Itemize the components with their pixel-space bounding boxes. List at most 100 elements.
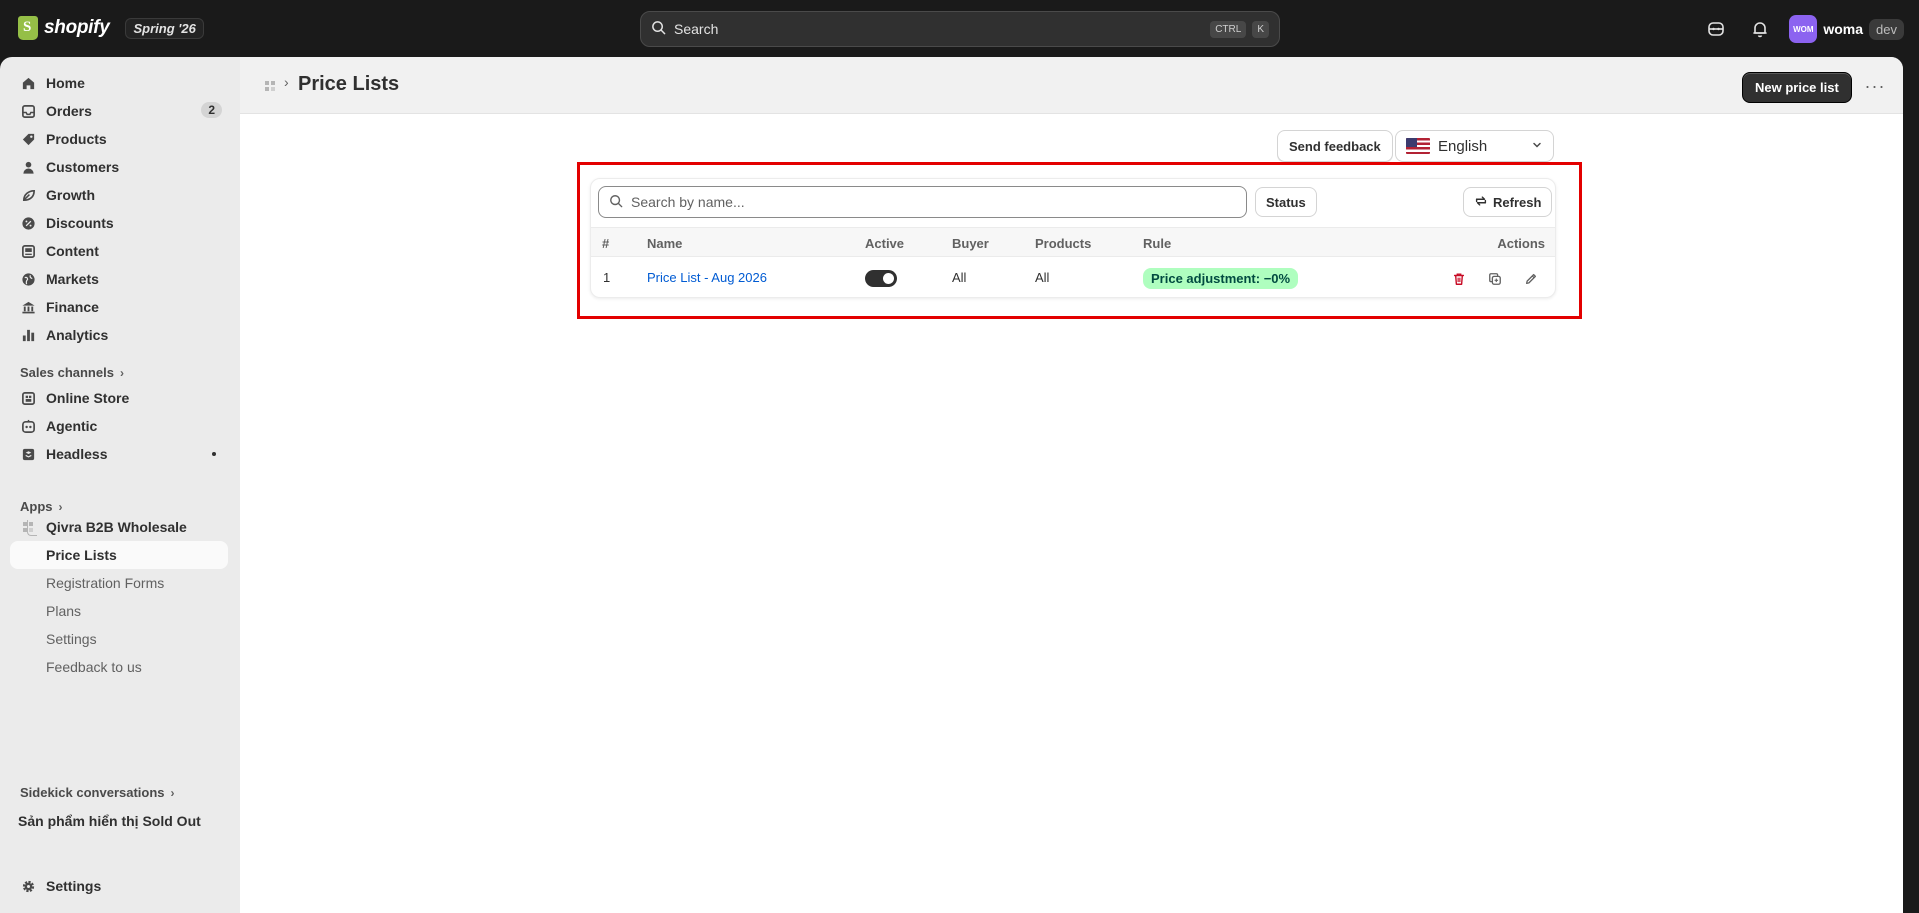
shopify-logo[interactable]: shopify Spring '26 xyxy=(18,16,204,40)
content-icon xyxy=(20,243,36,259)
sidebar-item-label: Agentic xyxy=(46,418,98,434)
refresh-button[interactable]: Refresh xyxy=(1463,187,1553,217)
sidebar-subitem-settings[interactable]: Settings xyxy=(10,625,228,653)
edit-pencil-icon[interactable] xyxy=(1521,269,1541,289)
brand-name: shopify xyxy=(44,17,110,38)
apps-label: Apps xyxy=(20,499,53,514)
sidebar-item-finance[interactable]: Finance xyxy=(10,293,228,321)
globe-icon xyxy=(20,271,36,287)
growth-icon xyxy=(20,187,36,203)
apps-heading[interactable]: Apps › xyxy=(20,499,63,514)
rule-badge: Price adjustment: −0% xyxy=(1143,268,1299,289)
bell-icon[interactable] xyxy=(1745,14,1775,44)
sidebar-item-qivra-app[interactable]: Qivra B2B Wholesale xyxy=(10,513,228,541)
table-row: 1 Price List - Aug 2026 All All Price ad… xyxy=(591,257,1555,299)
chevron-right-icon: › xyxy=(119,365,124,380)
sidebar-item-label: Content xyxy=(46,243,99,259)
sidebar-item-label: Growth xyxy=(46,187,95,203)
sidebar-item-label: Customers xyxy=(46,159,120,175)
column-header-active: Active xyxy=(865,236,905,251)
active-toggle[interactable] xyxy=(865,270,897,287)
shortcut-key-k: K xyxy=(1252,20,1269,38)
breadcrumb-chevron-icon: › xyxy=(284,74,289,90)
sidebar-item-growth[interactable]: Growth xyxy=(10,181,228,209)
home-icon xyxy=(20,75,36,91)
duplicate-icon[interactable] xyxy=(1485,269,1505,289)
sidebar-item-settings[interactable]: Settings xyxy=(10,872,228,900)
sidekick-icon[interactable] xyxy=(1701,14,1731,44)
sidebar-item-content[interactable]: Content xyxy=(10,237,228,265)
sidekick-label: Sidekick conversations xyxy=(20,785,165,800)
sidebar-item-discounts[interactable]: Discounts xyxy=(10,209,228,237)
products-value: All xyxy=(1035,270,1050,285)
orders-count-badge: 2 xyxy=(201,102,222,118)
send-feedback-button[interactable]: Send feedback xyxy=(1277,130,1393,162)
search-placeholder: Search xyxy=(674,21,719,37)
sidekick-conversation-item[interactable]: Sản phẩm hiển thị Sold Out xyxy=(18,813,201,829)
sidekick-conversations-heading[interactable]: Sidekick conversations › xyxy=(20,785,175,800)
sidebar-item-home[interactable]: Home xyxy=(10,69,228,97)
sidebar-item-label: Analytics xyxy=(46,327,109,343)
inbox-icon xyxy=(20,103,36,119)
delete-icon[interactable] xyxy=(1449,269,1469,289)
search-icon xyxy=(651,20,666,38)
chevron-right-icon: › xyxy=(170,785,175,800)
tag-icon xyxy=(20,131,36,147)
sidebar-item-agentic[interactable]: Agentic xyxy=(10,412,228,440)
us-flag-icon xyxy=(1406,138,1430,154)
sidebar-item-orders[interactable]: Orders 2 xyxy=(10,97,228,125)
sidebar-item-products[interactable]: Products xyxy=(10,125,228,153)
column-header-products: Products xyxy=(1035,236,1092,251)
column-header-name[interactable]: Name xyxy=(647,236,682,251)
status-filter-button[interactable]: Status xyxy=(1255,187,1317,217)
sidebar-item-label: Qivra B2B Wholesale xyxy=(46,519,187,535)
store-menu[interactable]: WOM woma dev xyxy=(1789,15,1904,43)
store-name: woma xyxy=(1823,21,1864,37)
sidebar-item-label: Settings xyxy=(46,878,102,894)
column-header-rule: Rule xyxy=(1143,236,1172,251)
sidebar-item-label: Orders xyxy=(46,103,92,119)
bar-chart-icon xyxy=(20,327,36,343)
sidebar-item-markets[interactable]: Markets xyxy=(10,265,228,293)
search-input[interactable] xyxy=(631,194,1246,210)
sidebar-subitem-registration-forms[interactable]: Registration Forms xyxy=(10,569,228,597)
env-badge: dev xyxy=(1869,18,1904,40)
sidebar-item-label: Home xyxy=(46,75,85,91)
gear-icon xyxy=(20,878,36,894)
sidebar-item-label: Products xyxy=(46,131,107,147)
row-number: 1 xyxy=(603,270,611,285)
headless-icon xyxy=(20,446,36,462)
language-label: English xyxy=(1438,137,1488,155)
sidebar-item-analytics[interactable]: Analytics xyxy=(10,321,228,349)
sales-channels-label: Sales channels xyxy=(20,365,114,380)
edition-badge[interactable]: Spring '26 xyxy=(125,17,204,39)
buyer-value: All xyxy=(952,270,967,285)
sidebar-item-label: Markets xyxy=(46,271,99,287)
price-lists-card: Status Refresh # Name Active Buyer Produ… xyxy=(590,178,1556,298)
sidebar-item-headless[interactable]: Headless xyxy=(10,440,228,468)
price-list-search-field[interactable] xyxy=(598,186,1247,218)
global-search[interactable]: Search CTRL K xyxy=(640,11,1280,47)
shortcut-key-ctrl: CTRL xyxy=(1210,20,1247,38)
app-breadcrumb-icon[interactable] xyxy=(264,79,276,95)
language-select[interactable]: English xyxy=(1395,130,1554,162)
table-header: # Name Active Buyer Products Rule Action… xyxy=(591,227,1555,257)
sidebar-subitem-price-lists[interactable]: Price Lists xyxy=(10,541,228,569)
refresh-label: Refresh xyxy=(1493,194,1542,210)
sidebar-subitem-feedback[interactable]: Feedback to us xyxy=(10,653,228,681)
sidebar-item-online-store[interactable]: Online Store xyxy=(10,384,228,412)
tree-connector xyxy=(27,520,37,536)
new-price-list-button[interactable]: New price list xyxy=(1742,72,1852,103)
chevron-down-icon xyxy=(1531,138,1543,154)
sidebar-item-label: Finance xyxy=(46,299,99,315)
more-actions-icon[interactable]: ··· xyxy=(1862,75,1888,97)
sales-channels-heading[interactable]: Sales channels › xyxy=(20,365,124,380)
agentic-icon xyxy=(20,418,36,434)
price-list-name-link[interactable]: Price List - Aug 2026 xyxy=(647,270,767,285)
sidebar-item-customers[interactable]: Customers xyxy=(10,153,228,181)
person-icon xyxy=(20,159,36,175)
sidebar-subitem-plans[interactable]: Plans xyxy=(10,597,228,625)
avatar: WOM xyxy=(1789,15,1818,43)
unread-dot-icon xyxy=(212,452,216,456)
sidebar-item-label: Online Store xyxy=(46,390,130,406)
